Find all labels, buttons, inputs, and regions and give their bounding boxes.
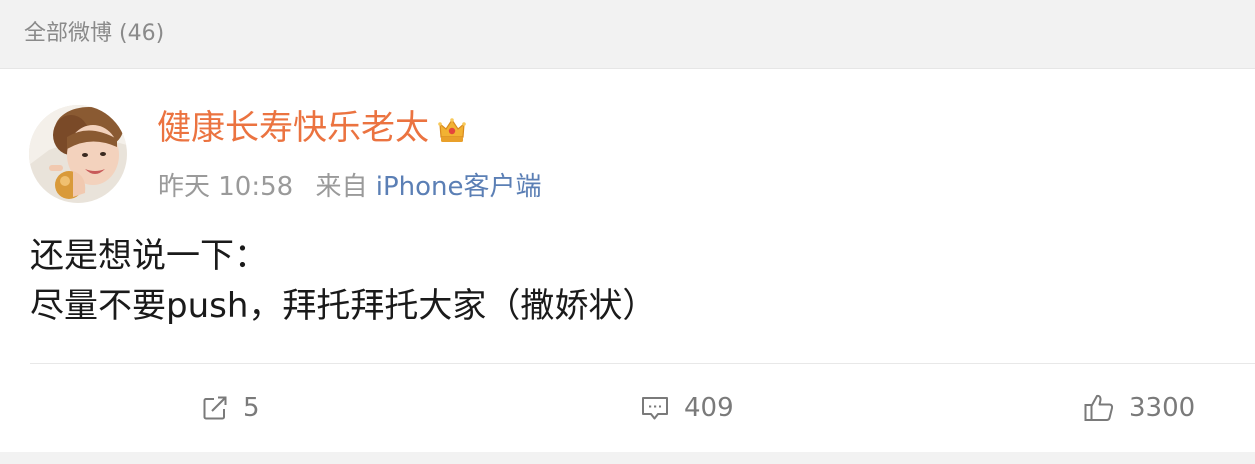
avatar[interactable]	[29, 105, 127, 203]
username-text[interactable]: 健康长寿快乐老太	[157, 107, 429, 149]
like-count: 3300	[1129, 393, 1196, 423]
section-header: 全部微博 (46)	[0, 0, 1255, 67]
post-content-line: 还是想说一下：	[30, 236, 268, 276]
feed-gap	[0, 452, 1255, 464]
comment-button[interactable]: 409	[640, 391, 734, 425]
all-posts-title: 全部微博 (46)	[24, 21, 165, 46]
divider	[30, 363, 1255, 364]
source-link[interactable]: iPhone客户端	[376, 172, 542, 202]
source-prefix: 来自	[315, 172, 368, 202]
comment-count: 409	[684, 393, 734, 423]
repost-button[interactable]: 5	[201, 391, 260, 425]
post-content: 还是想说一下： 尽量不要push，拜托拜托大家（撒娇状）	[30, 231, 656, 331]
share-icon	[203, 396, 227, 420]
post-card[interactable]: 健康长寿快乐老太 昨天 10:58 来自 iPhone客户端 还是想说一下： 尽…	[0, 68, 1255, 452]
post-author[interactable]: 健康长寿快乐老太	[157, 107, 467, 149]
post-timestamp: 昨天 10:58	[158, 172, 294, 202]
repost-count: 5	[243, 393, 260, 423]
crown-icon	[437, 113, 467, 143]
post-meta: 昨天 10:58 来自 iPhone客户端	[158, 170, 542, 204]
like-button[interactable]: 3300	[1083, 391, 1195, 425]
thumbs-up-icon	[1084, 394, 1114, 421]
post-content-line: 尽量不要push，拜托拜托大家（撒娇状）	[30, 286, 657, 326]
comment-icon	[642, 397, 668, 420]
